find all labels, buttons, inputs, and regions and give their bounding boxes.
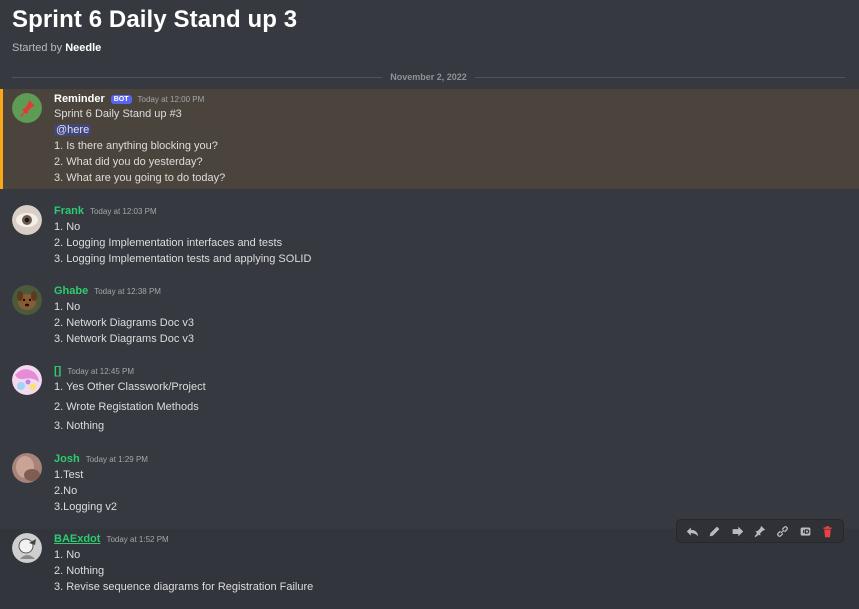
forward-button[interactable] [728,522,746,540]
message-line: 3.Logging v2 [54,501,117,513]
author-name[interactable]: Josh [54,453,80,465]
message-line: 2. Nothing [54,565,105,577]
here-mention[interactable]: @here [54,124,92,136]
message-header: Reminder BOT Today at 12:00 PM [54,93,204,105]
forward-icon [732,526,744,536]
message-timestamp: Today at 12:38 PM [94,287,161,296]
message-timestamp: Today at 1:52 PM [106,535,169,544]
message-line: 2. Network Diagrams Doc v3 [54,317,194,329]
message-timestamp: Today at 12:00 PM [137,95,205,104]
avatar[interactable] [12,533,42,563]
author-name[interactable]: Frank [54,205,84,217]
message-timestamp: Today at 1:29 PM [85,455,148,464]
avatar[interactable] [12,205,42,235]
pushpin-avatar-icon [12,93,42,123]
message-line: 3. What are you going to do today? [54,172,226,184]
message-header: [] Today at 12:45 PM [54,365,134,377]
thread-title: Sprint 6 Daily Stand up 3 [12,6,298,33]
copy-id-button[interactable] [796,522,814,540]
edit-icon [709,526,720,536]
date-divider-label: November 2, 2022 [390,72,467,82]
delete-icon [823,525,832,537]
eye-avatar-icon [12,205,42,235]
author-name[interactable]: Reminder [54,93,105,105]
message-timestamp: Today at 12:03 PM [89,207,157,216]
message-line: 3. Revise sequence diagrams for Registra… [54,581,314,593]
message-bracket-user[interactable]: [] Today at 12:45 PM 1. Yes Other Classw… [0,363,859,439]
message-line: Sprint 6 Daily Stand up #3 [54,108,182,120]
avatar[interactable] [12,93,42,123]
divider-line-left [12,76,383,78]
avatar[interactable] [12,365,42,395]
pin-button[interactable] [751,522,769,540]
thread-starter-name[interactable]: Needle [65,42,101,54]
message-line: 2. Wrote Registation Methods [54,401,199,413]
link-icon [777,525,789,537]
copy-link-button[interactable] [774,522,792,540]
avatar[interactable] [12,453,42,483]
avatar[interactable] [12,285,42,315]
message-header: Ghabe Today at 12:38 PM [54,285,161,297]
message-line: 1. Yes Other Classwork/Project [54,381,206,393]
copy-id-icon [800,526,810,536]
reply-button[interactable] [683,522,701,540]
edit-button[interactable] [706,522,724,540]
pin-icon [755,525,766,537]
message-line: 1. No [54,549,81,561]
message-reminder[interactable]: Reminder BOT Today at 12:00 PM Sprint 6 … [0,89,859,189]
message-line: 3. Nothing [54,420,105,432]
message-line: 2. What did you do yesterday? [54,156,203,168]
message-line: 1. Is there anything blocking you? [54,140,218,152]
author-name[interactable]: [] [54,365,61,377]
message-josh[interactable]: Josh Today at 1:29 PM 1.Test 2.No 3.Logg… [0,451,859,519]
message-header: Josh Today at 1:29 PM [54,453,148,465]
reply-icon [686,526,698,536]
anime-avatar-icon [12,365,42,395]
started-by-label: Started by [12,42,66,54]
message-line: 2. Logging Implementation interfaces and… [54,237,283,249]
delete-button[interactable] [819,522,837,540]
bot-tag: BOT [110,95,132,104]
thread-view: Sprint 6 Daily Stand up 3 Started by Nee… [0,0,859,609]
message-line: 3. Logging Implementation tests and appl… [54,253,312,265]
thread-started-by: Started by Needle [12,42,101,54]
message-timestamp: Today at 12:45 PM [67,367,135,376]
sketch-avatar-icon [12,533,42,563]
person-avatar-icon [12,453,42,483]
date-divider: November 2, 2022 [12,70,846,84]
message-line: 1. No [54,301,81,313]
message-line: 1.Test [54,469,84,481]
author-name[interactable]: BAExdot [54,533,100,545]
message-header: BAExdot Today at 1:52 PM [54,533,169,545]
message-ghabe[interactable]: Ghabe Today at 12:38 PM 1. No 2. Network… [0,283,859,351]
divider-line-right [474,76,846,78]
message-line: 2.No [54,485,78,497]
message-actions-toolbar [676,519,844,543]
dog-avatar-icon [12,285,42,315]
message-line: 1. No [54,221,81,233]
author-name[interactable]: Ghabe [54,285,88,297]
message-line: 3. Network Diagrams Doc v3 [54,333,194,345]
message-header: Frank Today at 12:03 PM [54,205,157,217]
message-frank[interactable]: Frank Today at 12:03 PM 1. No 2. Logging… [0,203,859,271]
message-line: @here [54,124,92,136]
